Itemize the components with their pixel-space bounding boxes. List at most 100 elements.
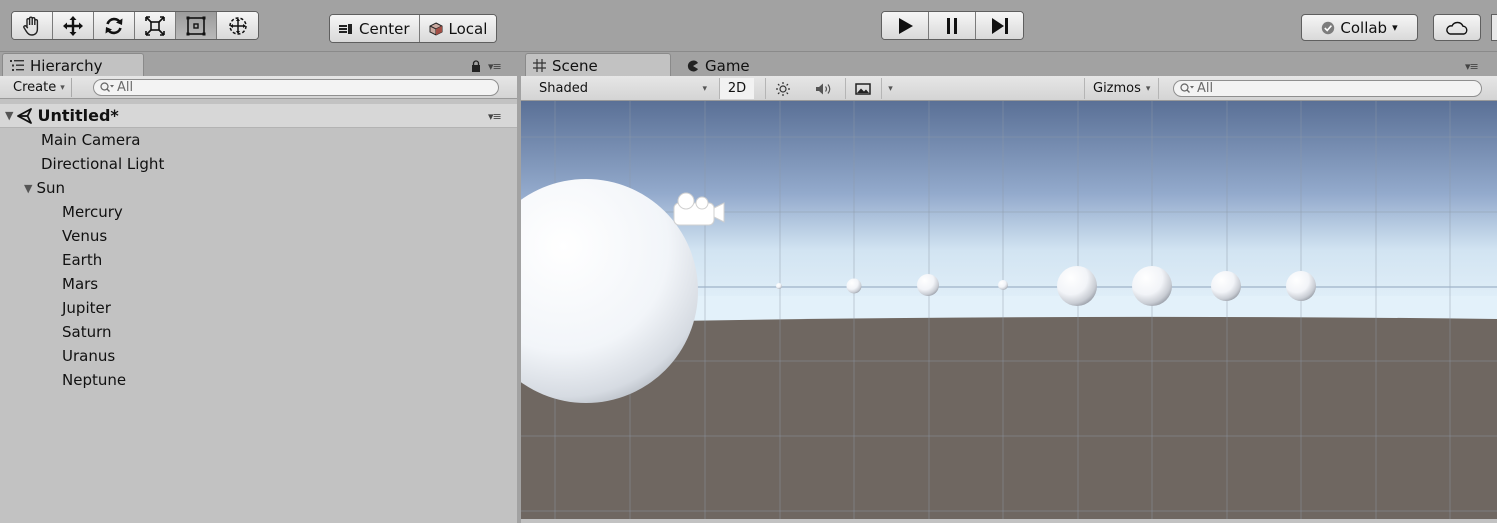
cube-icon (429, 21, 442, 36)
transform-tools (11, 11, 259, 40)
pivot-icon (339, 23, 352, 34)
pivot-center-button[interactable]: Center (330, 15, 420, 42)
earth-sphere[interactable] (917, 274, 939, 296)
scene-root-row[interactable]: ▼ Untitled* ▾≡ (0, 104, 517, 128)
tab-scene[interactable]: Scene (525, 53, 671, 77)
uranus-sphere[interactable] (1211, 271, 1241, 301)
search-icon (100, 82, 114, 92)
scene-expand-arrow[interactable]: ▼ (5, 109, 13, 122)
pacman-icon (687, 60, 698, 71)
sun-expand-arrow[interactable]: ▼ (24, 182, 32, 195)
tree-item-venus[interactable]: Venus (62, 224, 107, 248)
lighting-toggle[interactable] (765, 78, 799, 99)
tab-game-label: Game (705, 56, 750, 75)
pause-button[interactable] (929, 12, 976, 39)
hierarchy-panel-menu-icon[interactable]: ▾≡ (488, 60, 502, 73)
tab-scene-label: Scene (552, 56, 598, 75)
move-tool-button[interactable] (53, 12, 94, 39)
tab-hierarchy[interactable]: Hierarchy (2, 53, 144, 77)
speaker-icon (816, 83, 831, 94)
tree-item-label: Mars (62, 275, 99, 293)
tree-item-saturn[interactable]: Saturn (62, 320, 112, 344)
jupiter-sphere[interactable] (1057, 266, 1097, 306)
play-button[interactable] (882, 12, 929, 39)
effects-toggle[interactable] (845, 78, 879, 99)
layers-dropdown-edge[interactable] (1491, 14, 1497, 41)
rect-tool-button[interactable] (176, 12, 217, 39)
neptune-sphere[interactable] (1286, 271, 1316, 301)
tree-item-label: Saturn (62, 323, 112, 341)
rotate-icon (105, 17, 123, 34)
step-icon (991, 17, 1008, 34)
tree-item-label: Directional Light (41, 155, 165, 173)
tree-item-earth[interactable]: Earth (62, 248, 102, 272)
move-arrows-icon (63, 15, 83, 36)
audio-toggle[interactable] (809, 78, 839, 99)
toggle-2d-button[interactable]: 2D (719, 78, 754, 99)
scene-tabstrip: Scene Game ▾≡ (521, 52, 1497, 77)
playback-controls (881, 11, 1024, 40)
scene-search-input[interactable]: All (1173, 80, 1482, 97)
hierarchy-search-input[interactable]: All (93, 79, 499, 96)
hierarchy-toolbar: Create ▾ All (0, 76, 517, 99)
toggle-2d-label: 2D (727, 81, 747, 96)
tree-item-label: Sun (36, 179, 66, 197)
mercury-sphere[interactable] (776, 283, 782, 289)
pivot-space-button[interactable]: Local (419, 15, 497, 42)
scene-render (521, 101, 1497, 519)
venus-sphere[interactable] (846, 278, 862, 294)
shading-mode-label: Shaded (539, 81, 588, 96)
hierarchy-panel: Hierarchy ▾≡ Create ▾ All ▼ Untitled* ▾≡… (0, 52, 517, 523)
unity-scene-icon (17, 107, 33, 124)
collab-button[interactable]: Collab ▾ (1301, 14, 1418, 41)
scene-panel-menu-icon[interactable]: ▾≡ (1465, 60, 1479, 73)
hierarchy-tabstrip: Hierarchy ▾≡ (0, 52, 517, 77)
mars-sphere[interactable] (998, 280, 1008, 290)
transform-icon (228, 16, 247, 35)
shading-mode-dropdown[interactable]: Shaded ▾ (521, 78, 715, 99)
tree-item-directional-light[interactable]: Directional Light (41, 152, 164, 176)
hand-icon (23, 16, 39, 36)
rect-transform-icon (186, 16, 206, 35)
scene-row-menu-icon[interactable]: ▾≡ (488, 110, 502, 123)
gizmos-label: Gizmos (1093, 81, 1141, 96)
rotate-tool-button[interactable] (94, 12, 135, 39)
sun-icon (775, 81, 790, 96)
hierarchy-search-placeholder: All (117, 80, 134, 95)
create-caret: ▾ (60, 82, 65, 93)
create-dropdown[interactable]: Create ▾ (7, 78, 72, 97)
tree-item-label: Earth (62, 251, 103, 269)
collab-caret: ▾ (1392, 21, 1398, 34)
tree-item-mars[interactable]: Mars (62, 272, 98, 296)
hand-tool-button[interactable] (12, 12, 53, 39)
scale-tool-button[interactable] (135, 12, 176, 39)
scene-name: Untitled* (37, 106, 119, 125)
gizmos-caret: ▾ (1145, 83, 1151, 94)
grid-icon (533, 59, 546, 72)
create-label: Create (13, 80, 57, 95)
saturn-sphere[interactable] (1132, 266, 1172, 306)
list-icon (10, 60, 24, 71)
tree-item-mercury[interactable]: Mercury (62, 200, 123, 224)
tree-item-jupiter[interactable]: Jupiter (62, 296, 111, 320)
tree-item-sun[interactable]: ▼ Sun (24, 176, 65, 200)
pivot-space-label: Local (448, 19, 488, 38)
tab-game[interactable]: Game (679, 53, 799, 77)
collab-label: Collab (1340, 18, 1388, 37)
scene-viewport[interactable] (521, 101, 1497, 519)
tree-item-main-camera[interactable]: Main Camera (41, 128, 140, 152)
transform-tool-button[interactable] (217, 12, 258, 39)
lock-icon[interactable] (471, 60, 481, 72)
tree-item-uranus[interactable]: Uranus (62, 344, 115, 368)
tree-item-label: Main Camera (41, 131, 141, 149)
tree-item-label: Venus (62, 227, 108, 245)
tree-item-neptune[interactable]: Neptune (62, 368, 126, 392)
scene-search-placeholder: All (1197, 81, 1214, 96)
step-button[interactable] (976, 12, 1023, 39)
search-icon (1180, 83, 1194, 93)
cloud-button[interactable] (1433, 14, 1481, 41)
tree-item-label: Neptune (62, 371, 127, 389)
effects-dropdown[interactable]: ▾ (881, 78, 899, 99)
gizmos-dropdown[interactable]: Gizmos ▾ (1084, 78, 1160, 99)
pause-icon (947, 17, 957, 34)
